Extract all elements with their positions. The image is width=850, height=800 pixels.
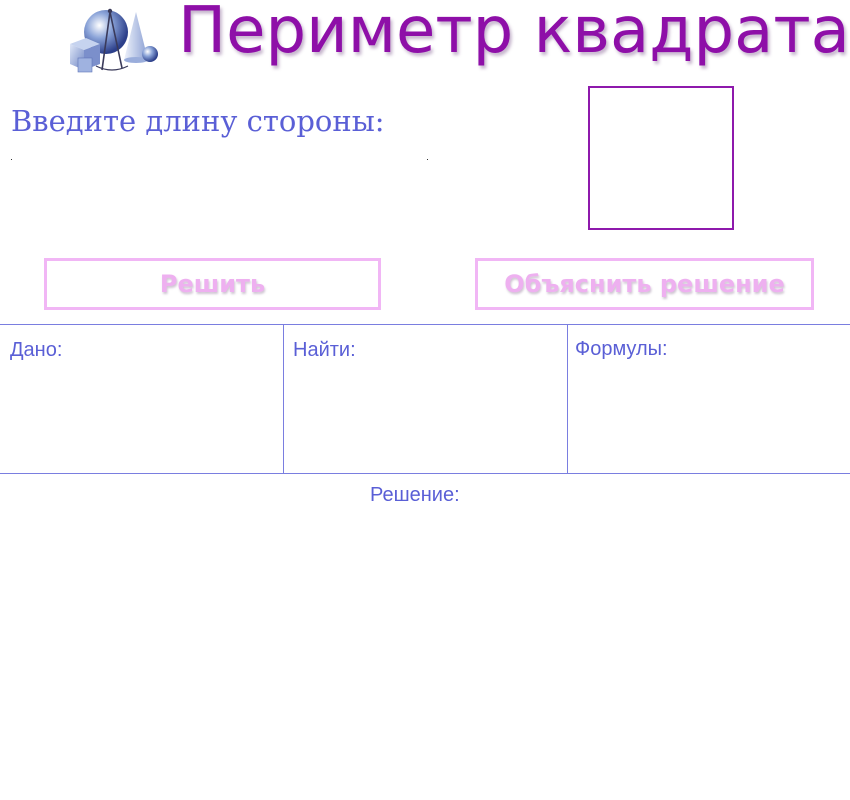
side-length-prompt: Введите длину стороны: [11, 104, 385, 138]
table-bottom-border [0, 473, 850, 474]
geometry-shapes-icon [70, 8, 158, 73]
solve-button[interactable]: Решить [44, 258, 381, 310]
formulas-label: Формулы: [575, 338, 668, 360]
column-divider [283, 324, 284, 474]
find-label: Найти: [293, 339, 356, 361]
input-corner-dot [427, 159, 428, 160]
column-divider [567, 324, 568, 474]
side-length-input[interactable] [11, 140, 428, 160]
page-title: Периметр квадрата [178, 0, 850, 68]
explain-solution-button[interactable]: Объяснить решение [475, 258, 814, 310]
given-label: Дано: [10, 339, 63, 361]
input-corner-dot [11, 159, 12, 160]
table-top-border [0, 324, 850, 325]
solution-label: Решение: [370, 484, 460, 506]
square-figure [588, 86, 734, 230]
